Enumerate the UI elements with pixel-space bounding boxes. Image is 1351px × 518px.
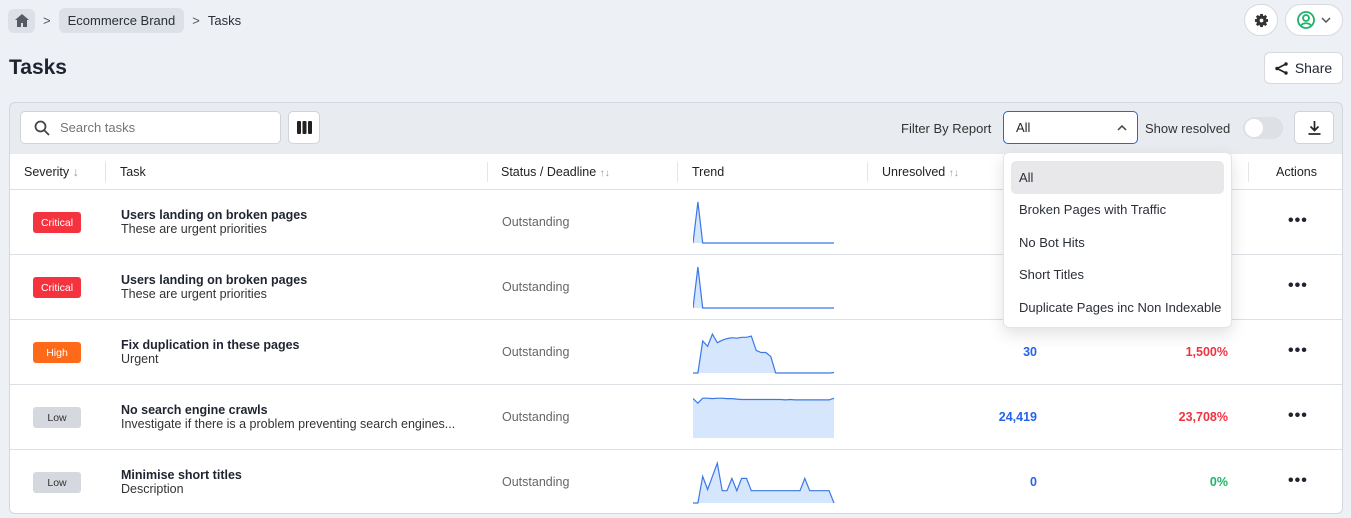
- divider: [867, 162, 868, 182]
- change-percent: 1,500%: [1185, 345, 1228, 359]
- share-icon: [1275, 61, 1288, 75]
- show-resolved-toggle[interactable]: [1243, 117, 1283, 139]
- trend-area: [693, 398, 834, 438]
- download-icon: [1308, 120, 1320, 135]
- header-actions: Actions: [1276, 165, 1317, 179]
- trend-sparkline: [693, 460, 835, 504]
- change-percent: 0%: [1209, 475, 1228, 489]
- header-status[interactable]: Status / Deadline ↑↓: [501, 165, 610, 179]
- header-label: Status / Deadline: [501, 165, 597, 179]
- user-menu-button[interactable]: [1285, 4, 1343, 36]
- table-row[interactable]: Low No search engine crawls Investigate …: [10, 385, 1342, 450]
- task-title[interactable]: Fix duplication in these pages: [121, 338, 300, 352]
- chevron-right-icon: >: [43, 13, 51, 28]
- breadcrumb-item-current: Tasks: [207, 13, 242, 28]
- user-avatar-icon: [1297, 11, 1315, 29]
- unresolved-count[interactable]: 0: [1030, 475, 1037, 489]
- settings-button[interactable]: [1244, 4, 1278, 36]
- task-subtitle: These are urgent priorities: [121, 287, 267, 301]
- severity-badge: Critical: [33, 212, 81, 233]
- more-actions-button[interactable]: •••: [1288, 277, 1308, 295]
- breadcrumb-item-brand[interactable]: Ecommerce Brand: [58, 8, 185, 33]
- severity-badge: Low: [33, 472, 81, 493]
- sort-down-icon: ↓: [72, 165, 79, 179]
- task-subtitle: Investigate if there is a problem preven…: [121, 417, 456, 431]
- more-actions-button[interactable]: •••: [1288, 212, 1308, 230]
- trend-line: [693, 201, 834, 244]
- dropdown-option[interactable]: Duplicate Pages inc Non Indexable: [1011, 291, 1224, 324]
- columns-icon: [296, 121, 312, 134]
- filter-dropdown-menu: All Broken Pages with Traffic No Bot Hits S…: [1003, 152, 1232, 328]
- trend-sparkline: [693, 201, 834, 244]
- share-label: Share: [1294, 60, 1333, 76]
- task-title[interactable]: Users landing on broken pages: [121, 273, 307, 287]
- task-status: Outstanding: [502, 215, 570, 229]
- trend-area: [693, 463, 834, 503]
- table-row[interactable]: High Fix duplication in these pages Urge…: [10, 320, 1342, 385]
- severity-badge: Critical: [33, 277, 81, 298]
- filter-value: All: [1016, 120, 1031, 135]
- sort-icon: ↑↓: [599, 168, 610, 179]
- header-label: Unresolved: [882, 165, 946, 179]
- columns-button[interactable]: [288, 111, 320, 144]
- divider: [105, 162, 106, 182]
- gear-icon: [1254, 13, 1268, 27]
- chevron-right-icon: >: [192, 13, 200, 28]
- task-title[interactable]: No search engine crawls: [121, 403, 268, 417]
- task-status: Outstanding: [502, 280, 570, 294]
- change-percent: 23,708%: [1178, 410, 1228, 424]
- table-row[interactable]: Low Minimise short titles Description Ou…: [10, 450, 1342, 513]
- header-trend: Trend: [692, 165, 725, 179]
- filter-select[interactable]: All: [1003, 111, 1138, 144]
- task-status: Outstanding: [502, 410, 570, 424]
- header-unresolved[interactable]: Unresolved ↑↓: [882, 165, 959, 179]
- task-status: Outstanding: [502, 345, 570, 359]
- trend-sparkline: [693, 266, 834, 309]
- home-icon[interactable]: [8, 8, 35, 33]
- dropdown-option[interactable]: Broken Pages with Traffic: [1011, 194, 1224, 227]
- trend-area: [693, 267, 834, 308]
- divider: [1248, 162, 1249, 182]
- page-title: Tasks: [9, 56, 67, 79]
- task-subtitle: Description: [121, 482, 184, 496]
- task-subtitle: These are urgent priorities: [121, 222, 267, 236]
- severity-badge: Low: [33, 407, 81, 428]
- header-label: Severity: [24, 165, 70, 179]
- dropdown-option[interactable]: All: [1011, 161, 1224, 194]
- divider: [677, 162, 678, 182]
- filter-label: Filter By Report: [901, 121, 992, 136]
- search-box[interactable]: [20, 111, 281, 144]
- header-severity[interactable]: Severity ↓: [24, 165, 79, 179]
- share-button[interactable]: Share: [1264, 52, 1343, 84]
- sort-icon: ↑↓: [948, 168, 959, 179]
- trend-sparkline: [693, 397, 835, 438]
- download-button[interactable]: [1294, 111, 1334, 144]
- severity-badge: High: [33, 342, 81, 363]
- more-actions-button[interactable]: •••: [1288, 407, 1308, 425]
- chevron-down-icon: [1321, 17, 1331, 23]
- dropdown-option[interactable]: Short Titles: [1011, 259, 1224, 292]
- task-subtitle: Urgent: [121, 352, 159, 366]
- header-task[interactable]: Task: [120, 165, 146, 179]
- divider: [487, 162, 488, 182]
- dropdown-option[interactable]: No Bot Hits: [1011, 226, 1224, 259]
- trend-area: [693, 202, 834, 243]
- task-title[interactable]: Users landing on broken pages: [121, 208, 307, 222]
- unresolved-count[interactable]: 30: [1023, 345, 1037, 359]
- search-input[interactable]: [60, 120, 260, 135]
- show-resolved-label: Show resolved: [1145, 121, 1231, 136]
- trend-line: [693, 266, 834, 309]
- task-status: Outstanding: [502, 475, 570, 489]
- unresolved-count[interactable]: 24,419: [999, 410, 1037, 424]
- breadcrumb: > Ecommerce Brand > Tasks: [8, 8, 241, 33]
- trend-area: [693, 334, 834, 373]
- search-icon: [34, 120, 50, 136]
- chevron-up-icon: [1117, 124, 1127, 131]
- more-actions-button[interactable]: •••: [1288, 342, 1308, 360]
- trend-sparkline: [693, 332, 835, 374]
- more-actions-button[interactable]: •••: [1288, 472, 1308, 490]
- task-title[interactable]: Minimise short titles: [121, 468, 242, 482]
